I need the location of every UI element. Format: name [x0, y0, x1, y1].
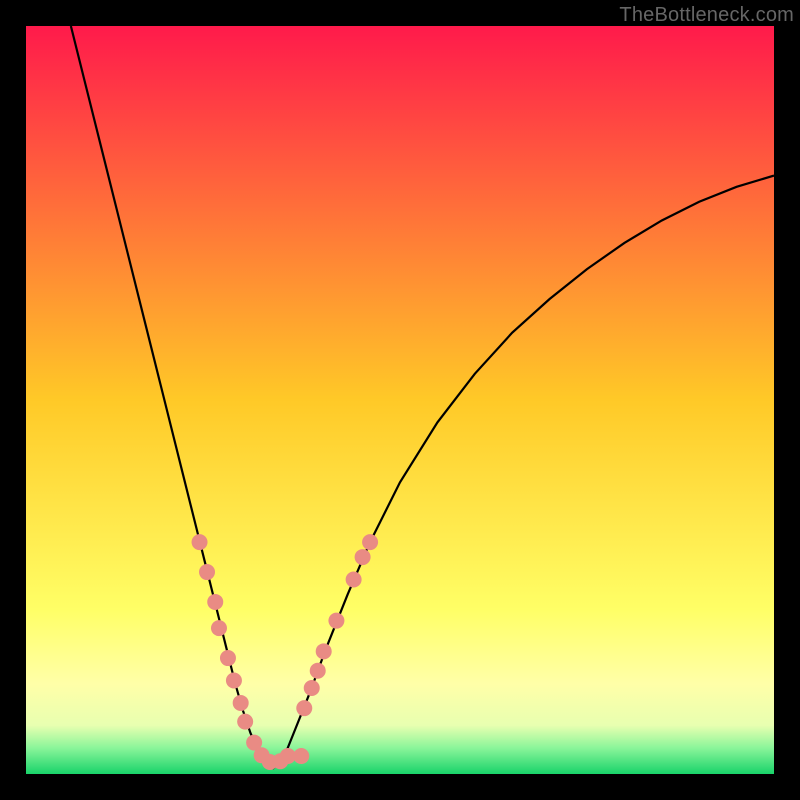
- scatter-point: [310, 663, 326, 679]
- bottleneck-chart: [26, 26, 774, 774]
- scatter-point: [362, 534, 378, 550]
- scatter-point: [226, 673, 242, 689]
- scatter-point: [199, 564, 215, 580]
- scatter-point: [316, 643, 332, 659]
- watermark-text: TheBottleneck.com: [619, 4, 794, 27]
- chart-background: [26, 26, 774, 774]
- scatter-point: [328, 613, 344, 629]
- scatter-point: [304, 680, 320, 696]
- scatter-point: [220, 650, 236, 666]
- scatter-point: [207, 594, 223, 610]
- scatter-point: [233, 695, 249, 711]
- scatter-point: [211, 620, 227, 636]
- scatter-point: [293, 748, 309, 764]
- scatter-point: [355, 549, 371, 565]
- scatter-point: [192, 534, 208, 550]
- scatter-point: [296, 700, 312, 716]
- scatter-point: [237, 714, 253, 730]
- scatter-point: [346, 572, 362, 588]
- chart-frame: [26, 26, 774, 774]
